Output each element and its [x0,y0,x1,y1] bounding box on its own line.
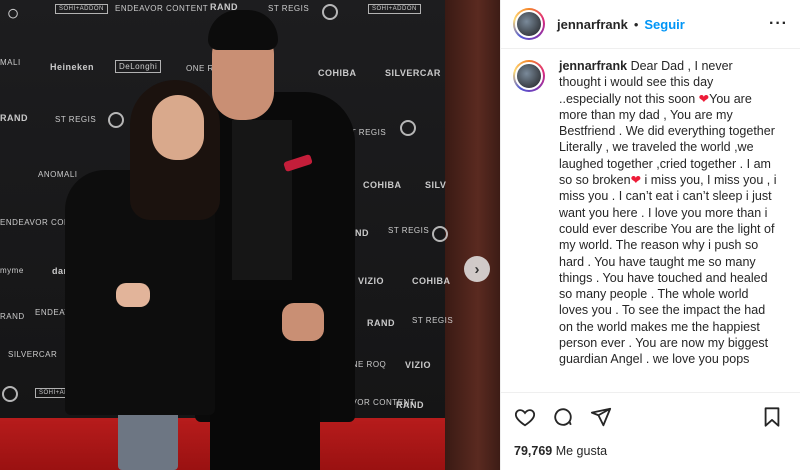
sponsor-logo: RAND [0,113,28,123]
sponsor-logo: RAND [367,318,395,328]
sponsor-logo: ST REGIS [268,4,310,13]
sponsor-logo: MALI [0,58,21,67]
caption-text: jennarfrank Dear Dad , I never thought i… [559,58,777,391]
sponsor-logo [108,112,124,128]
speech-bubble-icon [554,407,572,426]
red-heart-emoji: ❤ [698,91,710,106]
sponsor-logo: ST REGIS [55,115,97,124]
caption-part: i miss you, I miss you , i miss you . I … [559,173,777,367]
likes-label: Me gusta [555,444,608,458]
comment-button[interactable] [551,405,575,429]
avatar[interactable] [513,8,545,40]
man-shirt [232,120,292,280]
next-image-button[interactable]: › [464,256,490,282]
sponsor-logo: SOHI+ADDON [368,4,421,14]
sponsor-logo: DeLonghi [115,60,162,73]
avatar[interactable] [513,60,545,92]
sponsor-logo: ◯ [8,8,19,18]
more-options-icon[interactable]: ··· [769,15,788,33]
username-link[interactable]: jennarfrank [557,17,628,32]
sponsor-logo [2,386,18,402]
sponsor-logo: SILVERCAR [385,68,441,78]
sponsor-logo: COHIBA [412,276,451,286]
sponsor-logo: ANOMALI [38,170,78,179]
post-header: jennarfrank • Seguir ··· [501,0,800,49]
post-side-panel: jennarfrank • Seguir ··· jennarfrank Dea… [500,0,800,470]
sponsor-logo: VIZIO [358,276,385,286]
sponsor-logo [432,226,448,242]
sponsor-logo: ST REGIS [412,316,454,325]
sponsor-logo [322,4,338,20]
sponsor-logo: SILV [425,180,447,190]
sponsor-logo: SOHI+ADDON [55,4,108,14]
background-wall [445,0,500,470]
action-bar [501,392,800,440]
save-button[interactable] [760,405,784,429]
sponsor-logo: ND [355,228,369,238]
sponsor-logo: COHIBA [318,68,357,78]
sponsor-logo: RAND [396,400,424,410]
likes-count[interactable]: 79,769 Me gusta [514,444,607,458]
woman-face [152,95,204,160]
sponsor-logo: SILVERCAR [8,350,58,359]
paper-plane-icon [590,407,612,426]
share-button[interactable] [589,405,613,429]
caption-username[interactable]: jennarfrank [559,59,627,73]
sponsor-logo [400,120,416,136]
man-hand [282,303,324,341]
post-media[interactable]: ◯ SOHI+ADDON ENDEAVOR CONTENT RAND ST RE… [0,0,500,470]
separator-dot: • [633,16,639,32]
follow-button[interactable]: Seguir [644,17,684,32]
likes-number: 79,769 [514,444,553,458]
like-button[interactable] [513,405,537,429]
woman-hand [116,283,150,307]
chevron-right-icon: › [474,260,480,278]
sponsor-logo: ST REGIS [388,226,430,235]
sponsor-logo: VIZIO [405,360,432,370]
caption-area: jennarfrank Dear Dad , I never thought i… [513,58,794,391]
bookmark-icon [764,406,780,427]
heart-outline-icon [514,408,536,426]
sponsor-logo: myme [0,266,24,275]
sponsor-logo: Heineken [50,62,95,72]
sponsor-logo: RAND [0,312,25,321]
red-heart-emoji: ❤ [630,173,642,188]
sponsor-logo: ENDEAVOR CONTENT [115,4,209,13]
sponsor-logo: COHIBA [363,180,402,190]
